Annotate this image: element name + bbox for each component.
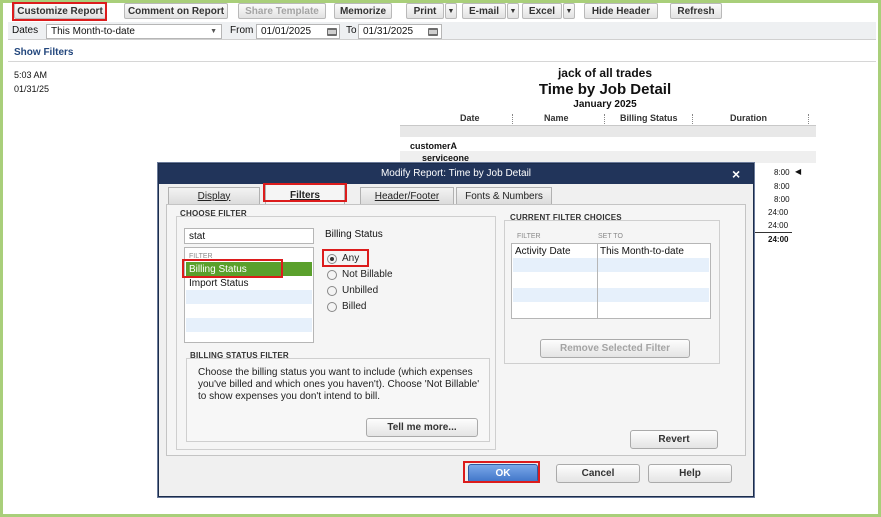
radio-button-icon xyxy=(327,253,337,264)
show-filters-link[interactable]: Show Filters xyxy=(14,47,73,58)
filter-search-input[interactable]: stat xyxy=(184,228,314,244)
radio-not-billable[interactable]: Not Billable xyxy=(327,269,393,280)
column-name: Name xyxy=(544,113,569,123)
help-button[interactable]: Help xyxy=(648,464,732,483)
customer-row: customerA xyxy=(410,141,458,151)
total-rule xyxy=(752,232,792,233)
current-filter-value[interactable]: This Month-to-date xyxy=(600,246,684,257)
duration-value: 8:00 xyxy=(774,168,790,177)
from-label: From xyxy=(230,25,254,36)
report-date: 01/31/25 xyxy=(14,84,50,94)
current-filter-name[interactable]: Activity Date xyxy=(515,246,571,257)
hide-header-button[interactable]: Hide Header xyxy=(584,3,658,19)
divider xyxy=(8,61,876,62)
tell-me-more-button[interactable]: Tell me more... xyxy=(366,418,478,437)
excel-button[interactable]: Excel xyxy=(522,3,562,19)
radio-billed[interactable]: Billed xyxy=(327,301,366,312)
billing-status-label: Billing Status xyxy=(325,229,383,240)
chevron-down-icon: ▼ xyxy=(210,28,217,35)
to-label: To xyxy=(346,25,357,36)
tab-display[interactable]: Display xyxy=(168,187,260,205)
current-filter-column-set-to: SET TO xyxy=(598,233,623,240)
radio-any[interactable]: Any xyxy=(327,253,359,264)
radio-unbilled[interactable]: Unbilled xyxy=(327,285,378,296)
ok-button[interactable]: OK xyxy=(468,464,538,483)
dates-label: Dates xyxy=(12,25,39,36)
current-filter-grid: Activity Date This Month-to-date xyxy=(511,243,711,319)
customize-report-button[interactable]: Customize Report xyxy=(14,3,106,19)
print-button[interactable]: Print xyxy=(406,3,444,19)
comment-on-report-button[interactable]: Comment on Report xyxy=(124,3,228,19)
column-separator xyxy=(692,114,693,124)
report-period: January 2025 xyxy=(573,99,637,110)
radio-button-icon xyxy=(327,285,337,296)
tab-fonts-numbers[interactable]: Fonts & Numbers xyxy=(456,187,552,205)
row-pointer-icon: ◀ xyxy=(795,167,802,176)
radio-button-icon xyxy=(327,269,337,280)
revert-button[interactable]: Revert xyxy=(630,430,718,449)
calendar-icon[interactable] xyxy=(428,28,438,36)
duration-value: 24:00 xyxy=(768,221,789,230)
calendar-icon[interactable] xyxy=(327,28,337,36)
service-row: serviceone xyxy=(422,153,470,163)
filter-list-empty-row xyxy=(186,290,312,304)
filter-list-empty-row xyxy=(186,318,312,332)
tab-header-footer[interactable]: Header/Footer xyxy=(360,187,454,205)
tab-filters[interactable]: Filters xyxy=(265,184,345,205)
current-filter-column-filter: FILTER xyxy=(517,233,541,240)
grid-column-divider xyxy=(597,244,598,318)
email-dropdown-arrow[interactable]: ▼ xyxy=(507,3,519,19)
filter-list-empty-row xyxy=(186,304,312,318)
duration-total: 24:00 xyxy=(768,235,789,244)
column-separator xyxy=(604,114,605,124)
billing-status-help-text: Choose the billing status you want to in… xyxy=(198,367,480,402)
column-duration: Duration xyxy=(730,113,767,123)
report-row-band xyxy=(400,126,816,137)
cancel-button[interactable]: Cancel xyxy=(556,464,640,483)
dialog-title: Modify Report: Time by Job Detail xyxy=(380,168,532,179)
grid-empty-row xyxy=(513,258,709,272)
filter-item-import-status[interactable]: Import Status xyxy=(186,276,312,290)
excel-dropdown-arrow[interactable]: ▼ xyxy=(563,3,575,19)
print-dropdown-arrow[interactable]: ▼ xyxy=(445,3,457,19)
radio-button-icon xyxy=(327,301,337,312)
filter-list: FILTER Billing Status Import Status xyxy=(184,247,314,343)
duration-value: 8:00 xyxy=(774,195,790,204)
column-separator xyxy=(808,114,809,124)
duration-value: 8:00 xyxy=(774,182,790,191)
column-billing-status: Billing Status xyxy=(620,113,678,123)
filter-item-billing-status[interactable]: Billing Status xyxy=(186,262,312,276)
memorize-button[interactable]: Memorize xyxy=(334,3,392,19)
report-title: Time by Job Detail xyxy=(538,81,672,98)
grid-empty-row xyxy=(513,288,709,302)
company-name: jack of all trades xyxy=(557,66,653,80)
close-icon[interactable]: × xyxy=(732,166,740,182)
report-time: 5:03 AM xyxy=(14,70,48,80)
remove-selected-filter-button: Remove Selected Filter xyxy=(540,339,690,358)
refresh-button[interactable]: Refresh xyxy=(670,3,722,19)
filter-list-header: FILTER xyxy=(189,252,213,260)
dates-select[interactable]: This Month-to-date ▼ xyxy=(46,24,222,39)
duration-value: 24:00 xyxy=(768,208,789,217)
share-template-button: Share Template xyxy=(238,3,326,19)
column-date: Date xyxy=(460,113,480,123)
column-separator xyxy=(512,114,513,124)
email-button[interactable]: E-mail xyxy=(462,3,506,19)
